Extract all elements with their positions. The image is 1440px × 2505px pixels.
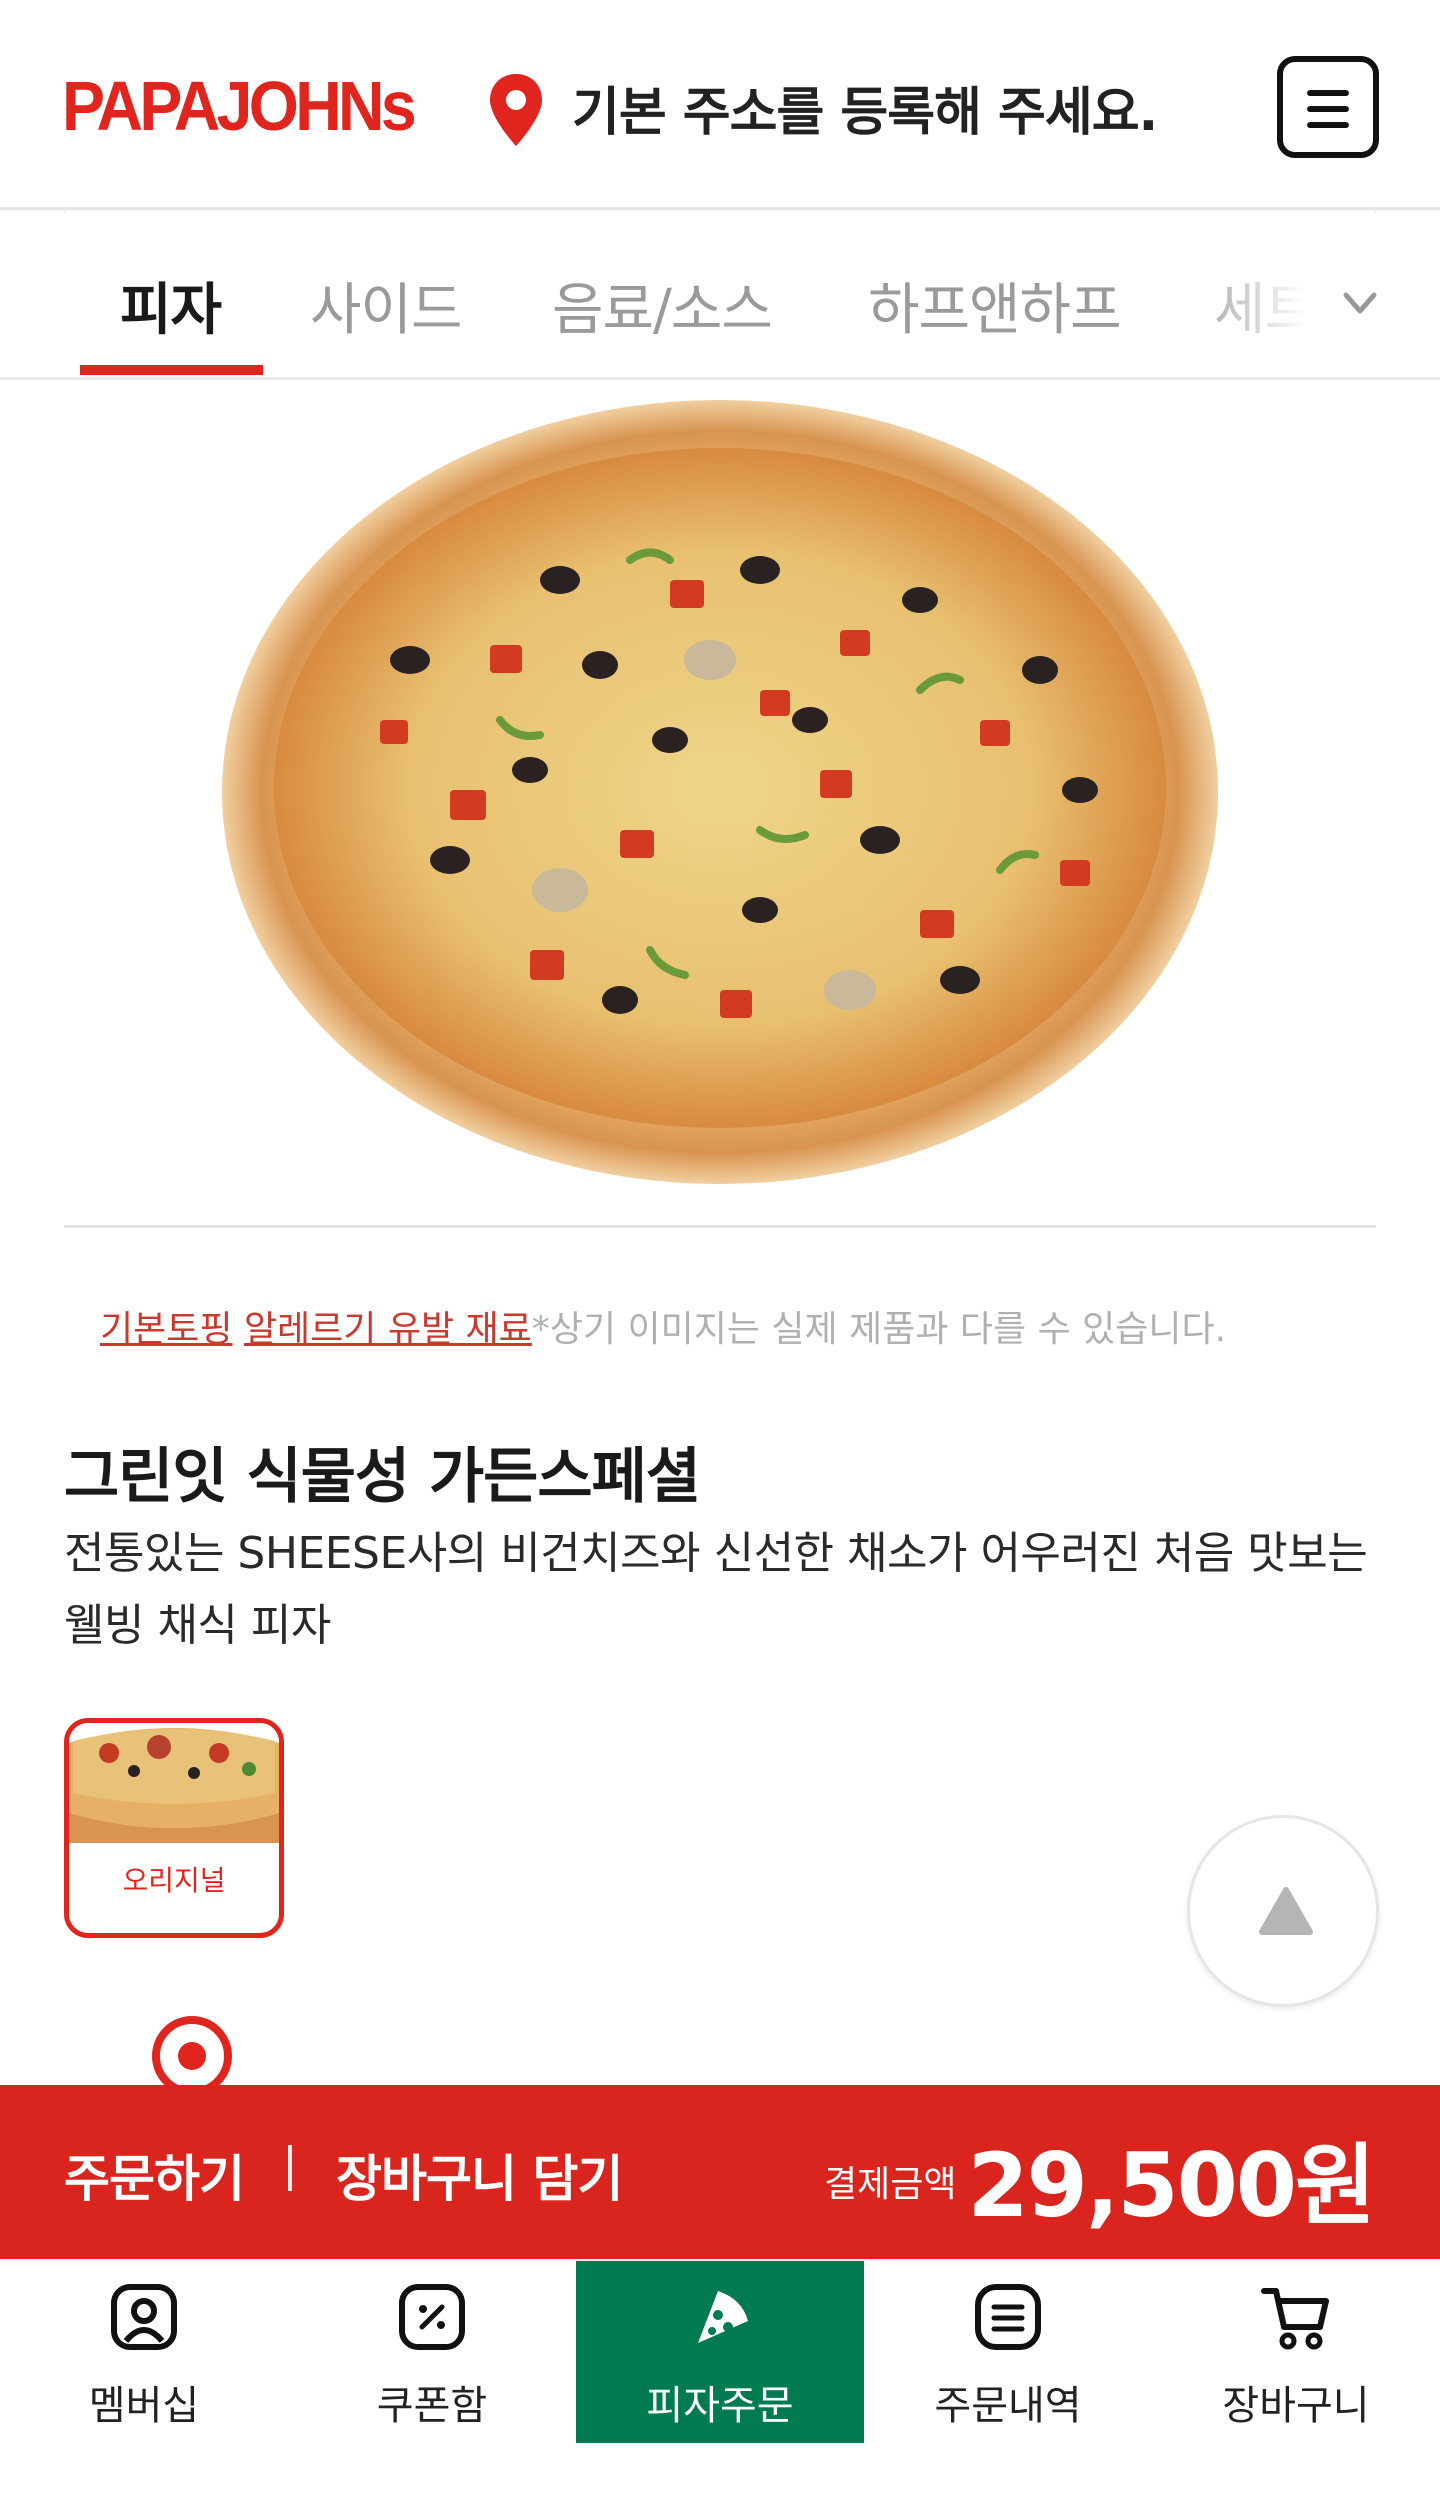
order-button[interactable]: 주문하기 [64, 2139, 245, 2211]
allergy-ingredients-link[interactable]: 알레르기 유발 재료 [244, 1309, 532, 1350]
payment-amount-label: 결제금액 [824, 2164, 957, 2205]
scroll-to-top-button[interactable] [1187, 1815, 1379, 2007]
basic-topping-link[interactable]: 기본토핑 [100, 1309, 232, 1350]
order-history-icon [975, 2284, 1041, 2350]
image-divider [64, 1225, 1376, 1228]
nav-label: 장바구니 [1222, 2383, 1370, 2429]
header: PAPAJOHNs 기본 주소를 등록해 주세요. [0, 0, 1440, 210]
location-pin-icon[interactable] [486, 72, 546, 148]
tab-drinks-sauce[interactable]: 음료/소스 [552, 265, 773, 346]
tabs-fade [1180, 253, 1360, 353]
triangle-up-icon [1259, 1887, 1313, 1935]
papajohns-logo[interactable]: PAPAJOHNs [62, 66, 417, 146]
tab-pizza[interactable]: 피자 [120, 265, 222, 346]
cart-icon [1261, 2288, 1329, 2350]
product-notice: 기본토핑 알레르기 유발 재료*상기 이미지는 실제 제품과 다를 수 있습니다… [100, 1300, 1226, 1352]
order-bar: 주문하기 장바구니 담기 결제금액 29,500원 [0, 2085, 1440, 2259]
pizza-slice-icon [698, 2291, 748, 2343]
dough-thumbnail-image [69, 1723, 279, 1843]
nav-order-history[interactable]: 주문내역 [864, 2261, 1152, 2443]
nav-label: 쿠폰함 [376, 2383, 488, 2429]
product-description: 전통있는 SHEESE사의 비건치즈와 신선한 채소가 어우러진 처음 맛보는 … [64, 1528, 1368, 1651]
payment-amount: 29,500원 [967, 2134, 1376, 2237]
address-prompt[interactable]: 기본 주소를 등록해 주세요. [572, 70, 1158, 145]
tab-half-and-half[interactable]: 하프앤하프 [868, 265, 1122, 346]
dough-option-label: 오리지널 [122, 1864, 226, 1897]
pizza-image [222, 400, 1218, 1184]
coupon-icon [399, 2284, 465, 2350]
active-tab-underline [80, 365, 263, 375]
image-disclaimer: *상기 이미지는 실제 제품과 다를 수 있습니다. [531, 1309, 1227, 1350]
nav-label: 피자주문 [646, 2383, 794, 2429]
nav-label: 멤버십 [88, 2383, 200, 2429]
add-to-cart-button[interactable]: 장바구니 담기 [336, 2139, 623, 2211]
bottom-nav: 멤버십 쿠폰함 피자주문 주문내역 장바구니 [0, 2259, 1440, 2505]
product-name: 그린잇 식물성 가든스페셜 [64, 1442, 701, 1512]
nav-coupons[interactable]: 쿠폰함 [288, 2261, 576, 2443]
dough-option-original[interactable]: 오리지널 [64, 1718, 284, 1938]
size-radio-selected[interactable] [152, 2016, 232, 2096]
category-tabs: 피자 사이드 음료/소스 하프앤하프 세트 [0, 213, 1440, 380]
nav-label: 주문내역 [934, 2383, 1082, 2429]
order-bar-separator [288, 2145, 292, 2191]
membership-icon [111, 2284, 177, 2350]
nav-pizza-order[interactable]: 피자주문 [576, 2261, 864, 2443]
tab-side[interactable]: 사이드 [310, 265, 463, 346]
menu-button[interactable] [1277, 56, 1379, 158]
chevron-down-icon[interactable] [1340, 283, 1380, 323]
nav-membership[interactable]: 멤버십 [0, 2261, 288, 2443]
nav-cart[interactable]: 장바구니 [1152, 2261, 1440, 2443]
